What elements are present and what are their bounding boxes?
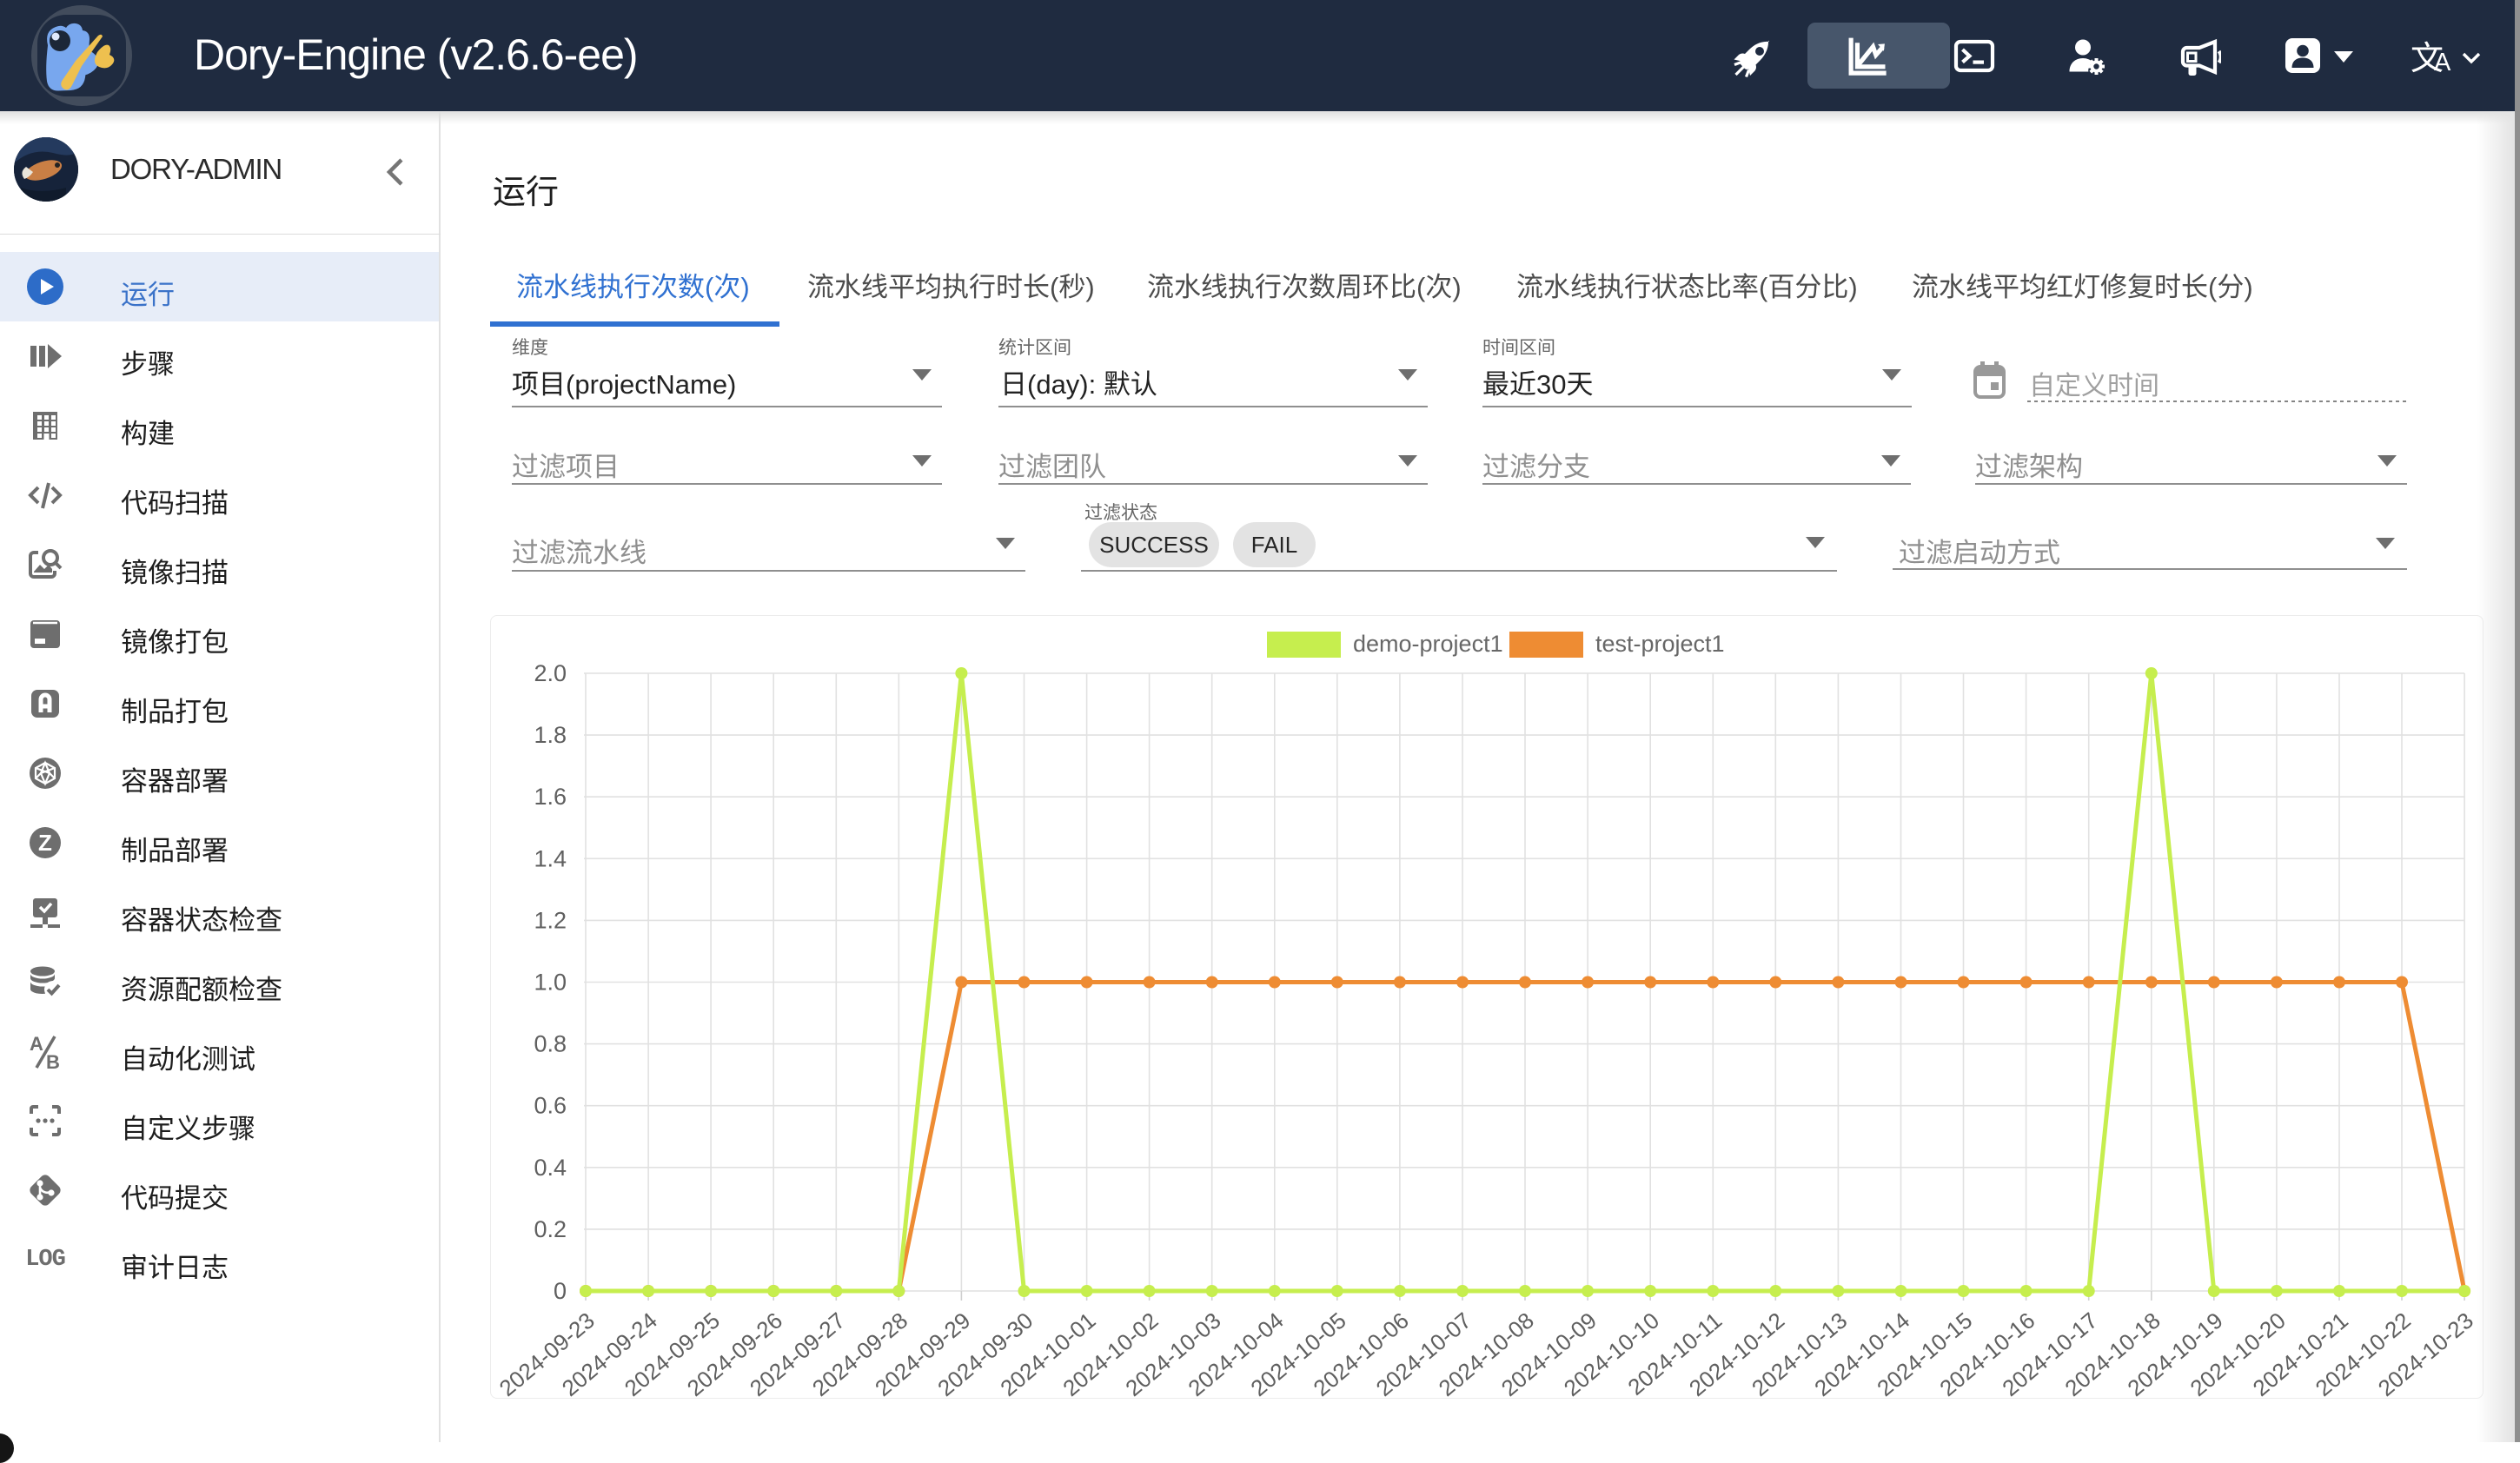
svg-text:1.6: 1.6 (534, 784, 567, 810)
svg-text:A: A (30, 1033, 43, 1055)
svg-text:2.0: 2.0 (534, 660, 567, 686)
svg-text:1.0: 1.0 (534, 970, 567, 996)
svg-text:demo-project1: demo-project1 (1353, 631, 1503, 657)
svg-text:0.4: 0.4 (534, 1155, 567, 1181)
svg-text:1.4: 1.4 (534, 845, 567, 871)
svg-text:1.8: 1.8 (534, 722, 567, 748)
svg-text:0.6: 0.6 (534, 1093, 567, 1119)
svg-text:Z: Z (38, 830, 52, 856)
svg-text:1.2: 1.2 (534, 907, 567, 933)
svg-text:0.2: 0.2 (534, 1216, 567, 1242)
svg-text:test-project1: test-project1 (1595, 631, 1725, 657)
svg-text:B: B (46, 1051, 60, 1070)
svg-text:0: 0 (554, 1278, 567, 1304)
svg-text:0.8: 0.8 (534, 1031, 567, 1057)
